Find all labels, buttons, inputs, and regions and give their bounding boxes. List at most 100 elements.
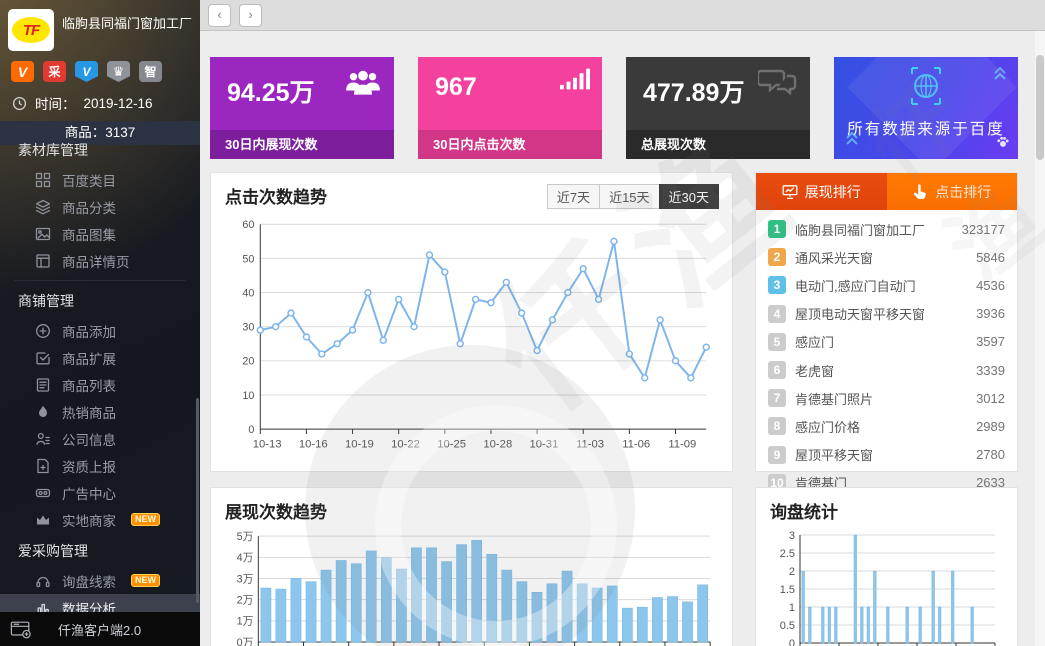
rank-badge: 4 bbox=[768, 305, 786, 323]
doc-upload-icon bbox=[35, 458, 51, 474]
sidebar-item-广告中心[interactable]: 广告中心 bbox=[0, 479, 200, 506]
ranking-row[interactable]: 6老虎窗3339 bbox=[756, 356, 1017, 384]
sidebar-item-label: 实地商家 bbox=[62, 510, 116, 530]
svg-text:0: 0 bbox=[248, 424, 254, 436]
baidu-paw-icon bbox=[996, 135, 1010, 154]
promo-text: 所有数据来源于百度 bbox=[834, 117, 1018, 139]
sidebar-item-label: 百度类目 bbox=[62, 170, 116, 190]
svg-text:2.5: 2.5 bbox=[780, 548, 795, 560]
time-value: 2019-12-16 bbox=[84, 96, 153, 111]
svg-text:4万: 4万 bbox=[237, 552, 254, 564]
svg-text:10: 10 bbox=[242, 390, 254, 402]
rank-keyword: 屋顶平移天窗 bbox=[795, 445, 967, 464]
sidebar-item-label: 商品添加 bbox=[62, 321, 116, 341]
rank-value: 3012 bbox=[976, 391, 1005, 406]
forward-button[interactable]: › bbox=[239, 4, 262, 27]
ranking-row[interactable]: 5感应门3597 bbox=[756, 328, 1017, 356]
rank-value: 5846 bbox=[976, 250, 1005, 265]
company-logo: TF bbox=[8, 9, 54, 51]
range-tab-近30天[interactable]: 近30天 bbox=[659, 184, 719, 209]
main-scrollbar[interactable] bbox=[1035, 31, 1045, 646]
ranking-row[interactable]: 8感应门价格2989 bbox=[756, 412, 1017, 440]
company-header: TF 临朐县同福门窗加工厂 bbox=[0, 0, 200, 55]
ranking-tab-点击排行[interactable]: 点击排行 bbox=[887, 173, 1018, 210]
sidebar-item-商品图集[interactable]: 商品图集 bbox=[0, 220, 200, 247]
rank-badge: 3 bbox=[768, 276, 786, 294]
svg-text:60: 60 bbox=[242, 219, 254, 231]
menu-section-title: 素材库管理 bbox=[0, 132, 200, 166]
zhi-badge-gray-icon: 智 bbox=[139, 61, 162, 82]
sidebar-item-资质上报[interactable]: 资质上报 bbox=[0, 452, 200, 479]
range-tab-近7天[interactable]: 近7天 bbox=[547, 184, 600, 209]
ranking-row[interactable]: 1临朐县同福门窗加工厂323177 bbox=[756, 215, 1017, 243]
ranking-row[interactable]: 9屋顶平移天窗2780 bbox=[756, 441, 1017, 469]
v-shield-blue-icon: V bbox=[75, 61, 98, 82]
ranking-row[interactable]: 3 电动门,感应门自动门 4536 bbox=[756, 271, 1017, 299]
ranking-tab-展现排行[interactable]: 展现排行 bbox=[756, 173, 887, 210]
sidebar-item-公司信息[interactable]: 公司信息 bbox=[0, 425, 200, 452]
grid-icon bbox=[35, 172, 51, 188]
impressions-trend-chart: 0万1万2万3万4万5万 bbox=[225, 529, 718, 646]
rank-value: 4536 bbox=[976, 278, 1005, 293]
back-button[interactable]: ‹ bbox=[208, 4, 231, 27]
sidebar-item-商品分类[interactable]: 商品分类 bbox=[0, 193, 200, 220]
sidebar-item-热销商品[interactable]: 热销商品 bbox=[0, 398, 200, 425]
image-icon bbox=[35, 226, 51, 242]
v-badge-orange-icon: V bbox=[11, 61, 34, 82]
company-person-icon bbox=[35, 431, 51, 447]
layers-icon bbox=[35, 199, 51, 215]
sidebar-item-label: 公司信息 bbox=[62, 429, 116, 449]
range-tab-近15天[interactable]: 近15天 bbox=[599, 184, 659, 209]
inquiry-stats-title: 询盘统计 bbox=[770, 498, 1003, 523]
ranking-row[interactable]: 7肯德基门照片3012 bbox=[756, 384, 1017, 412]
sidebar-item-商品扩展[interactable]: 商品扩展 bbox=[0, 344, 200, 371]
bars-up-icon bbox=[560, 67, 590, 96]
sidebar-item-数据分析[interactable]: 数据分析 bbox=[0, 594, 200, 612]
sidebar-scrollbar[interactable] bbox=[196, 398, 199, 603]
sidebar-item-商品详情页[interactable]: 商品详情页 bbox=[0, 247, 200, 274]
crown-shield-gray-icon: ♛ bbox=[107, 61, 130, 82]
sidebar-item-商品添加[interactable]: 商品添加 bbox=[0, 317, 200, 344]
rank-badge: 8 bbox=[768, 417, 786, 435]
rank-badge: 2 bbox=[768, 248, 786, 266]
main-scrollbar-thumb[interactable] bbox=[1036, 55, 1044, 160]
svg-text:10-25: 10-25 bbox=[437, 439, 466, 451]
chat-bubbles-icon bbox=[758, 67, 798, 104]
plus-circle-icon bbox=[35, 323, 51, 339]
bar-chart-icon bbox=[35, 600, 51, 613]
app-window: TF 临朐县同福门窗加工厂 V采V♛智 时间： 2019-12-16 商品：31… bbox=[0, 0, 1045, 646]
svg-text:10-16: 10-16 bbox=[299, 439, 328, 451]
svg-text:5万: 5万 bbox=[237, 531, 254, 543]
click-trend-panel: 点击次数趋势 近7天近15天近30天 010203040506010-1310-… bbox=[210, 172, 733, 472]
svg-text:0万: 0万 bbox=[237, 637, 254, 646]
ad-center-icon bbox=[35, 485, 51, 501]
sidebar-item-商品列表[interactable]: 商品列表 bbox=[0, 371, 200, 398]
click-trend-chart: 010203040506010-1310-1610-1910-2210-2510… bbox=[225, 214, 718, 462]
client-bar[interactable]: 仟渔客户端2.0 bbox=[0, 612, 200, 646]
ranking-tabs: 展现排行点击排行 bbox=[756, 173, 1017, 210]
rank-keyword: 屋顶电动天窗平移天窗 bbox=[795, 304, 967, 323]
sidebar: TF 临朐县同福门窗加工厂 V采V♛智 时间： 2019-12-16 商品：31… bbox=[0, 0, 200, 646]
svg-text:10-31: 10-31 bbox=[530, 439, 559, 451]
rank-keyword: 电动门,感应门自动门 bbox=[795, 276, 967, 295]
svg-text:1: 1 bbox=[789, 602, 795, 614]
svg-text:11-06: 11-06 bbox=[622, 439, 650, 451]
inquiry-stats-panel: 询盘统计 00.511.522.53 bbox=[755, 487, 1018, 646]
sidebar-item-百度类目[interactable]: 百度类目 bbox=[0, 166, 200, 193]
rank-value: 2780 bbox=[976, 447, 1005, 462]
ranking-row[interactable]: 4屋顶电动天窗平移天窗3936 bbox=[756, 300, 1017, 328]
flame-icon bbox=[35, 404, 51, 420]
menu-section-title: 爱采购管理 bbox=[0, 533, 200, 567]
rank-keyword: 临朐县同福门窗加工厂 bbox=[795, 220, 953, 239]
svg-text:20: 20 bbox=[242, 356, 254, 368]
promo-card: 所有数据来源于百度 bbox=[834, 57, 1018, 159]
sidebar-item-询盘线索[interactable]: 询盘线索NEW bbox=[0, 567, 200, 594]
menu-section-title: 商铺管理 bbox=[0, 283, 200, 317]
sidebar-item-实地商家[interactable]: 实地商家 NEW bbox=[0, 506, 200, 533]
svg-text:2: 2 bbox=[789, 566, 795, 578]
stat-card: 96730日内点击次数 bbox=[418, 57, 602, 159]
sidebar-item-label: 热销商品 bbox=[62, 402, 116, 422]
ranking-row[interactable]: 2通风采光天窗5846 bbox=[756, 243, 1017, 271]
new-badge: NEW bbox=[131, 513, 160, 526]
svg-text:10-13: 10-13 bbox=[253, 439, 282, 451]
